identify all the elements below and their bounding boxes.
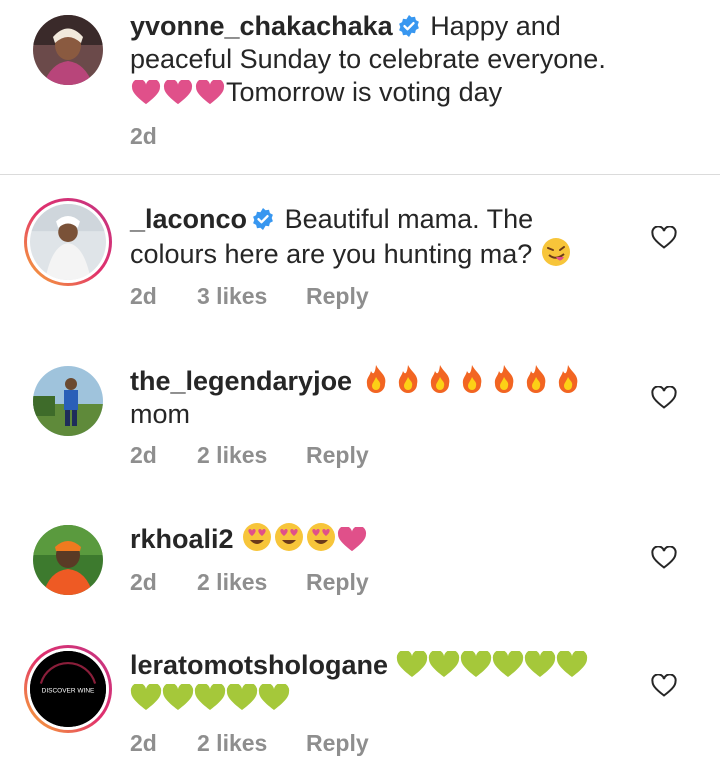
divider <box>0 174 720 175</box>
heart-eyes-face-icon <box>307 523 336 551</box>
comment-username[interactable]: _laconco <box>130 204 247 234</box>
caption-line1: Happy and <box>430 11 561 41</box>
avatar-story-ring[interactable]: DISCOVER WINE <box>24 645 112 733</box>
fire-icon <box>366 365 385 393</box>
green-heart-icon <box>428 651 459 677</box>
fire-icon <box>430 365 449 393</box>
avatar[interactable] <box>33 525 103 595</box>
caption-text: yvonne_chakachaka Happy and peaceful Sun… <box>130 10 606 109</box>
green-heart-icon <box>162 684 194 710</box>
comment-line2: colours here are you hunting ma? <box>130 239 533 269</box>
comment-text: _laconco Beautiful mama. The colours her… <box>130 203 572 271</box>
comment-line2: mom <box>130 399 190 429</box>
avatar-image <box>33 15 103 85</box>
avatar-image <box>33 525 103 595</box>
fire-icon <box>526 365 545 393</box>
winking-tongue-face-icon <box>541 238 570 266</box>
comment-meta: 2d 3 likes Reply <box>130 283 369 310</box>
avatar-logo-text: DISCOVER WINE <box>42 687 95 694</box>
comment-text: rkhoali2 <box>130 521 367 556</box>
pink-heart-icon <box>163 80 193 105</box>
comment-username[interactable]: the_legendaryjoe <box>130 366 352 396</box>
pink-heart-icon <box>131 80 161 105</box>
reply-button[interactable]: Reply <box>306 730 369 757</box>
fire-icon <box>462 365 481 393</box>
comment-meta: 2d 2 likes Reply <box>130 730 369 757</box>
fire-icon <box>558 365 577 393</box>
comment-time: 2d <box>130 730 157 756</box>
avatar[interactable] <box>33 366 103 436</box>
reply-button[interactable]: Reply <box>306 442 369 469</box>
post-caption: yvonne_chakachaka Happy and peaceful Sun… <box>0 0 720 174</box>
heart-eyes-face-icon <box>275 523 304 551</box>
comment-text: the_legendaryjoe mom <box>130 363 584 431</box>
comment-time: 2d <box>130 442 157 468</box>
comment-meta: 2d 2 likes Reply <box>130 569 369 596</box>
emoji-row <box>241 523 367 554</box>
green-heart-icon <box>492 651 523 677</box>
avatar: DISCOVER WINE <box>30 651 106 727</box>
comment-likes[interactable]: 3 likes <box>197 283 306 310</box>
avatar <box>30 204 106 280</box>
caption-meta: 2d <box>130 123 197 150</box>
comment-text: leratomotshologane <box>130 649 588 715</box>
like-heart-icon[interactable] <box>651 674 677 698</box>
green-hearts-row2 <box>130 683 290 713</box>
green-heart-icon <box>130 684 162 710</box>
comment-username[interactable]: leratomotshologane <box>130 650 388 680</box>
avatar-story-ring[interactable] <box>24 198 112 286</box>
comment-meta: 2d 2 likes Reply <box>130 442 369 469</box>
verified-badge-icon <box>398 15 419 37</box>
caption-line2: peaceful Sunday to celebrate everyone. <box>130 44 606 74</box>
green-hearts-row1 <box>396 650 588 680</box>
caption-line3: Tomorrow is voting day <box>226 77 503 107</box>
green-heart-icon <box>556 651 587 677</box>
like-heart-icon[interactable] <box>651 226 677 250</box>
comment-likes[interactable]: 2 likes <box>197 569 306 596</box>
green-heart-icon <box>396 651 427 677</box>
green-heart-icon <box>258 684 290 710</box>
pink-heart-icon <box>195 80 225 105</box>
comment-line1: Beautiful mama. The <box>284 204 534 234</box>
fire-icon <box>494 365 513 393</box>
green-heart-icon <box>460 651 491 677</box>
green-heart-icon <box>524 651 555 677</box>
green-heart-icon <box>226 684 258 710</box>
verified-badge-icon <box>253 208 273 230</box>
fire-icon <box>398 365 417 393</box>
comment-likes[interactable]: 2 likes <box>197 730 306 757</box>
comment-username[interactable]: rkhoali2 <box>130 524 234 554</box>
like-heart-icon[interactable] <box>651 386 677 410</box>
green-heart-icon <box>194 684 226 710</box>
fire-emojis <box>360 365 584 396</box>
heart-eyes-face-icon <box>243 523 272 551</box>
pink-heart-icon <box>338 527 367 552</box>
avatar[interactable] <box>33 15 103 85</box>
like-heart-icon[interactable] <box>651 546 677 570</box>
reply-button[interactable]: Reply <box>306 569 369 596</box>
comment-likes[interactable]: 2 likes <box>197 442 306 469</box>
reply-button[interactable]: Reply <box>306 283 369 310</box>
avatar-image <box>33 366 103 436</box>
caption-username[interactable]: yvonne_chakachaka <box>130 11 393 41</box>
comment-time: 2d <box>130 283 157 309</box>
caption-time: 2d <box>130 123 157 149</box>
comment-time: 2d <box>130 569 157 595</box>
